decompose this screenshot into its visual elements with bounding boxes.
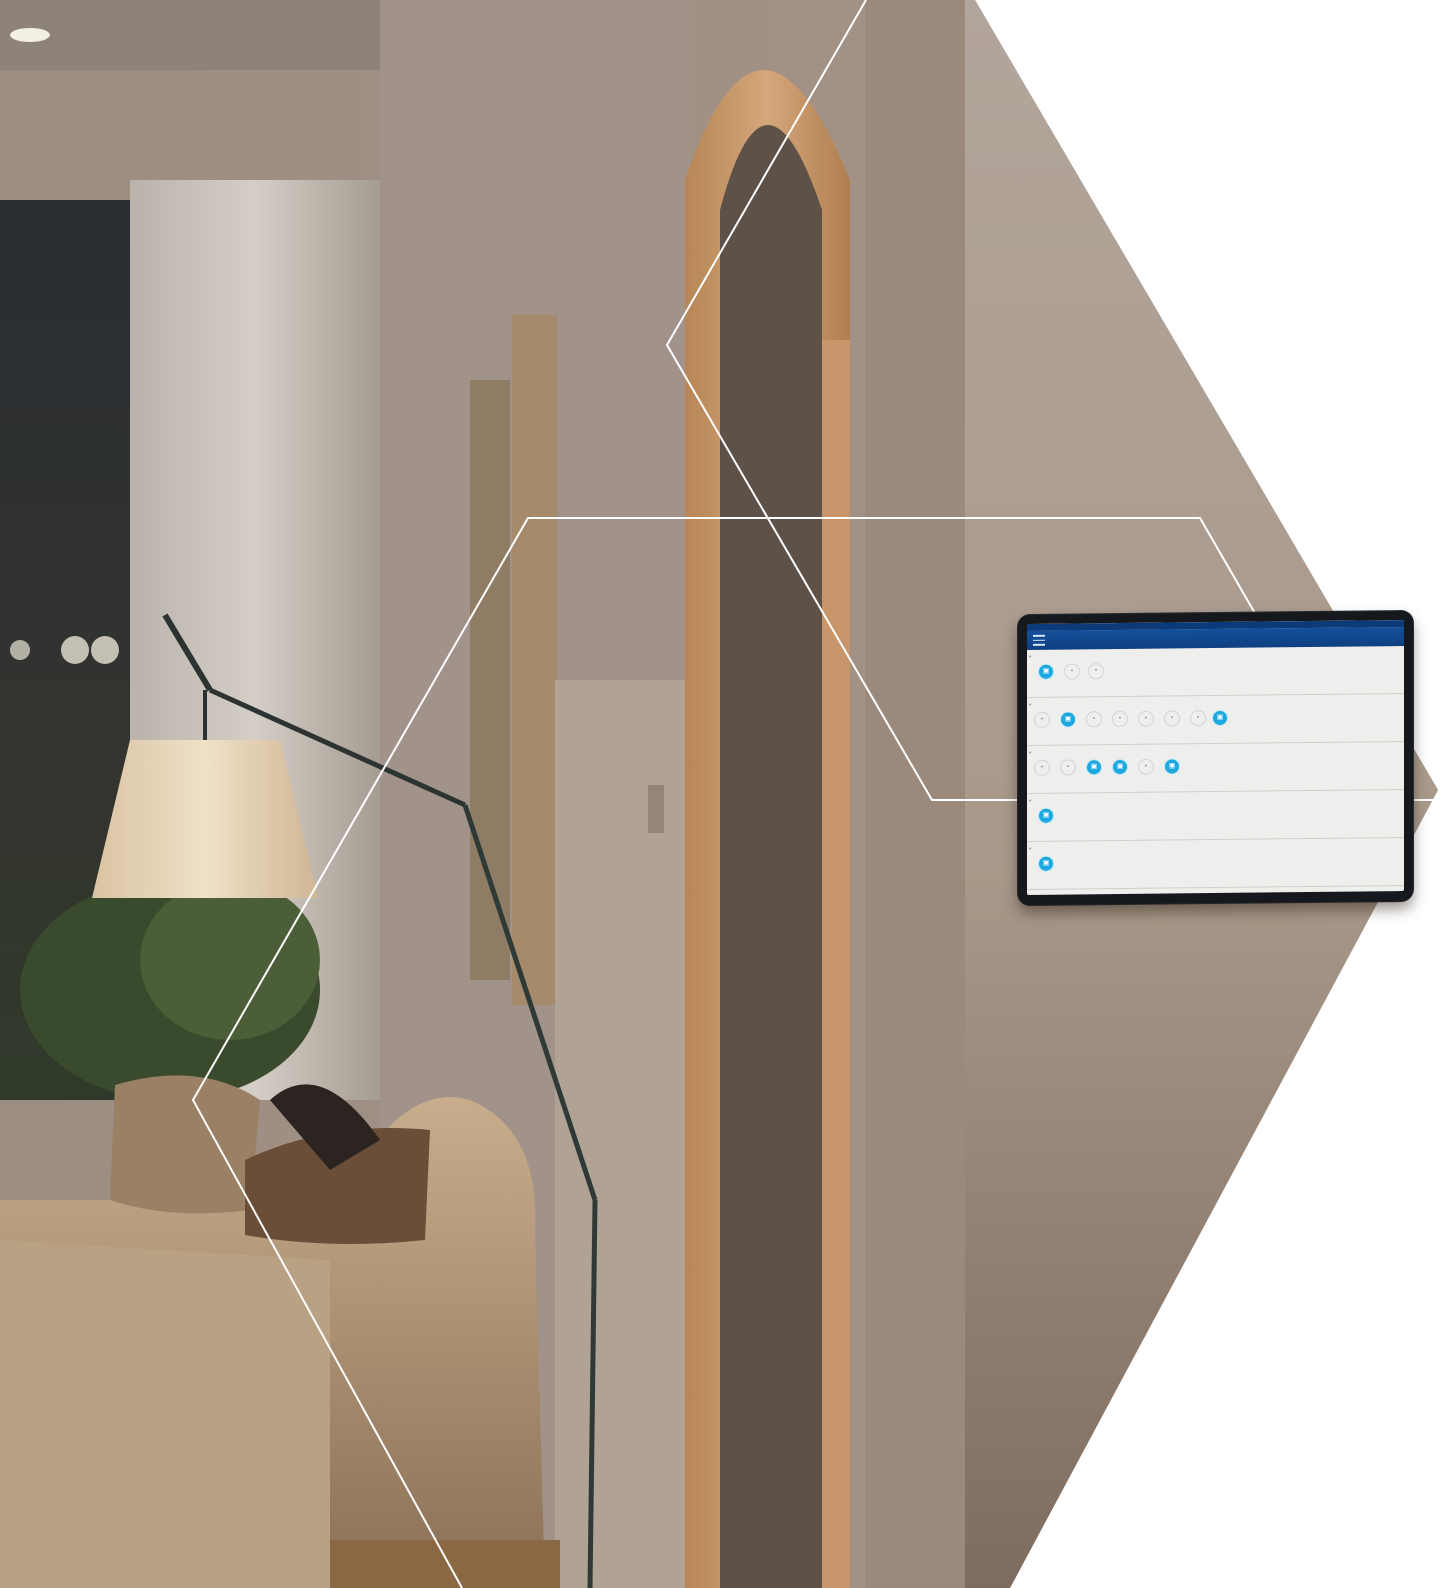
device-off-icon: • bbox=[1034, 759, 1050, 776]
device-toggle[interactable]: ▣ bbox=[1083, 759, 1105, 777]
chevron-down-icon[interactable]: ▾ bbox=[1029, 846, 1031, 852]
device-toggle[interactable]: ▣ bbox=[1161, 758, 1183, 776]
device-toggle[interactable]: ▣ bbox=[1035, 663, 1057, 682]
device-off-icon: • bbox=[1086, 711, 1102, 728]
device-toggle[interactable]: ▣ bbox=[1109, 758, 1131, 777]
device-on-icon: ▣ bbox=[1112, 758, 1128, 776]
chevron-down-icon[interactable]: ▾ bbox=[1029, 798, 1031, 804]
device-off-icon: • bbox=[1138, 710, 1154, 727]
device-off-icon: • bbox=[1112, 710, 1128, 728]
hamburger-icon[interactable] bbox=[1033, 634, 1045, 646]
device-toggle[interactable]: ▣ bbox=[1035, 855, 1057, 874]
device-off-icon: • bbox=[1060, 759, 1076, 776]
device-toggle[interactable]: • bbox=[1083, 711, 1105, 729]
device-on-icon: ▣ bbox=[1060, 711, 1076, 728]
device-toggle[interactable]: • bbox=[1161, 710, 1183, 728]
device-toggle[interactable]: ▣ bbox=[1209, 709, 1231, 728]
device-toggle[interactable]: • bbox=[1031, 759, 1053, 778]
device-toggle[interactable]: ▣ bbox=[1057, 711, 1079, 729]
device-section: ▾ ▣ bbox=[1027, 790, 1404, 842]
device-off-icon: • bbox=[1088, 663, 1104, 680]
device-section: ▾ • • ▣ ▣ • ▣ bbox=[1027, 742, 1404, 794]
device-on-icon: ▣ bbox=[1038, 663, 1054, 680]
device-section: ▾ ▣ • • bbox=[1027, 646, 1404, 698]
wall-tablet: ▾ ▣ • • ▾ • ▣ • • • • • ▣ ▾ • • ▣ ▣ • ▣ ▾ ▣ ▾ ▣ bbox=[1018, 610, 1413, 906]
device-on-icon: ▣ bbox=[1038, 807, 1054, 824]
device-toggle[interactable]: • bbox=[1135, 710, 1157, 729]
device-toggle[interactable]: • bbox=[1109, 710, 1131, 729]
device-off-icon: • bbox=[1064, 663, 1080, 680]
device-toggle[interactable]: ▣ bbox=[1035, 807, 1057, 826]
device-off-icon: • bbox=[1164, 710, 1180, 727]
device-on-icon: ▣ bbox=[1038, 855, 1054, 872]
device-toggle[interactable]: • bbox=[1135, 758, 1157, 777]
device-off-icon: • bbox=[1138, 758, 1154, 775]
chevron-down-icon[interactable]: ▾ bbox=[1029, 654, 1031, 660]
device-on-icon: ▣ bbox=[1086, 759, 1102, 776]
chevron-down-icon[interactable]: ▾ bbox=[1029, 750, 1031, 756]
device-off-icon: • bbox=[1034, 711, 1050, 728]
device-toggle[interactable]: • bbox=[1187, 710, 1209, 728]
chevron-down-icon[interactable]: ▾ bbox=[1029, 702, 1031, 708]
device-toggle[interactable]: • bbox=[1057, 759, 1079, 777]
app-title bbox=[1027, 632, 1404, 636]
device-toggle[interactable]: • bbox=[1085, 663, 1107, 681]
tablet-screen: ▾ ▣ • • ▾ • ▣ • • • • • ▣ ▾ • • ▣ ▣ • ▣ ▾ ▣ ▾ ▣ bbox=[1027, 620, 1404, 895]
device-section: ▾ • ▣ • • • • • ▣ bbox=[1027, 694, 1404, 746]
device-off-icon: • bbox=[1190, 710, 1206, 727]
device-on-icon: ▣ bbox=[1164, 758, 1180, 775]
device-toggle[interactable]: • bbox=[1061, 663, 1083, 681]
device-toggle[interactable]: • bbox=[1031, 711, 1053, 730]
device-on-icon: ▣ bbox=[1212, 709, 1228, 727]
device-sections: ▾ ▣ • • ▾ • ▣ • • • • • ▣ ▾ • • ▣ ▣ • ▣ ▾ ▣ ▾ ▣ bbox=[1027, 646, 1404, 890]
device-section: ▾ ▣ bbox=[1027, 838, 1404, 890]
